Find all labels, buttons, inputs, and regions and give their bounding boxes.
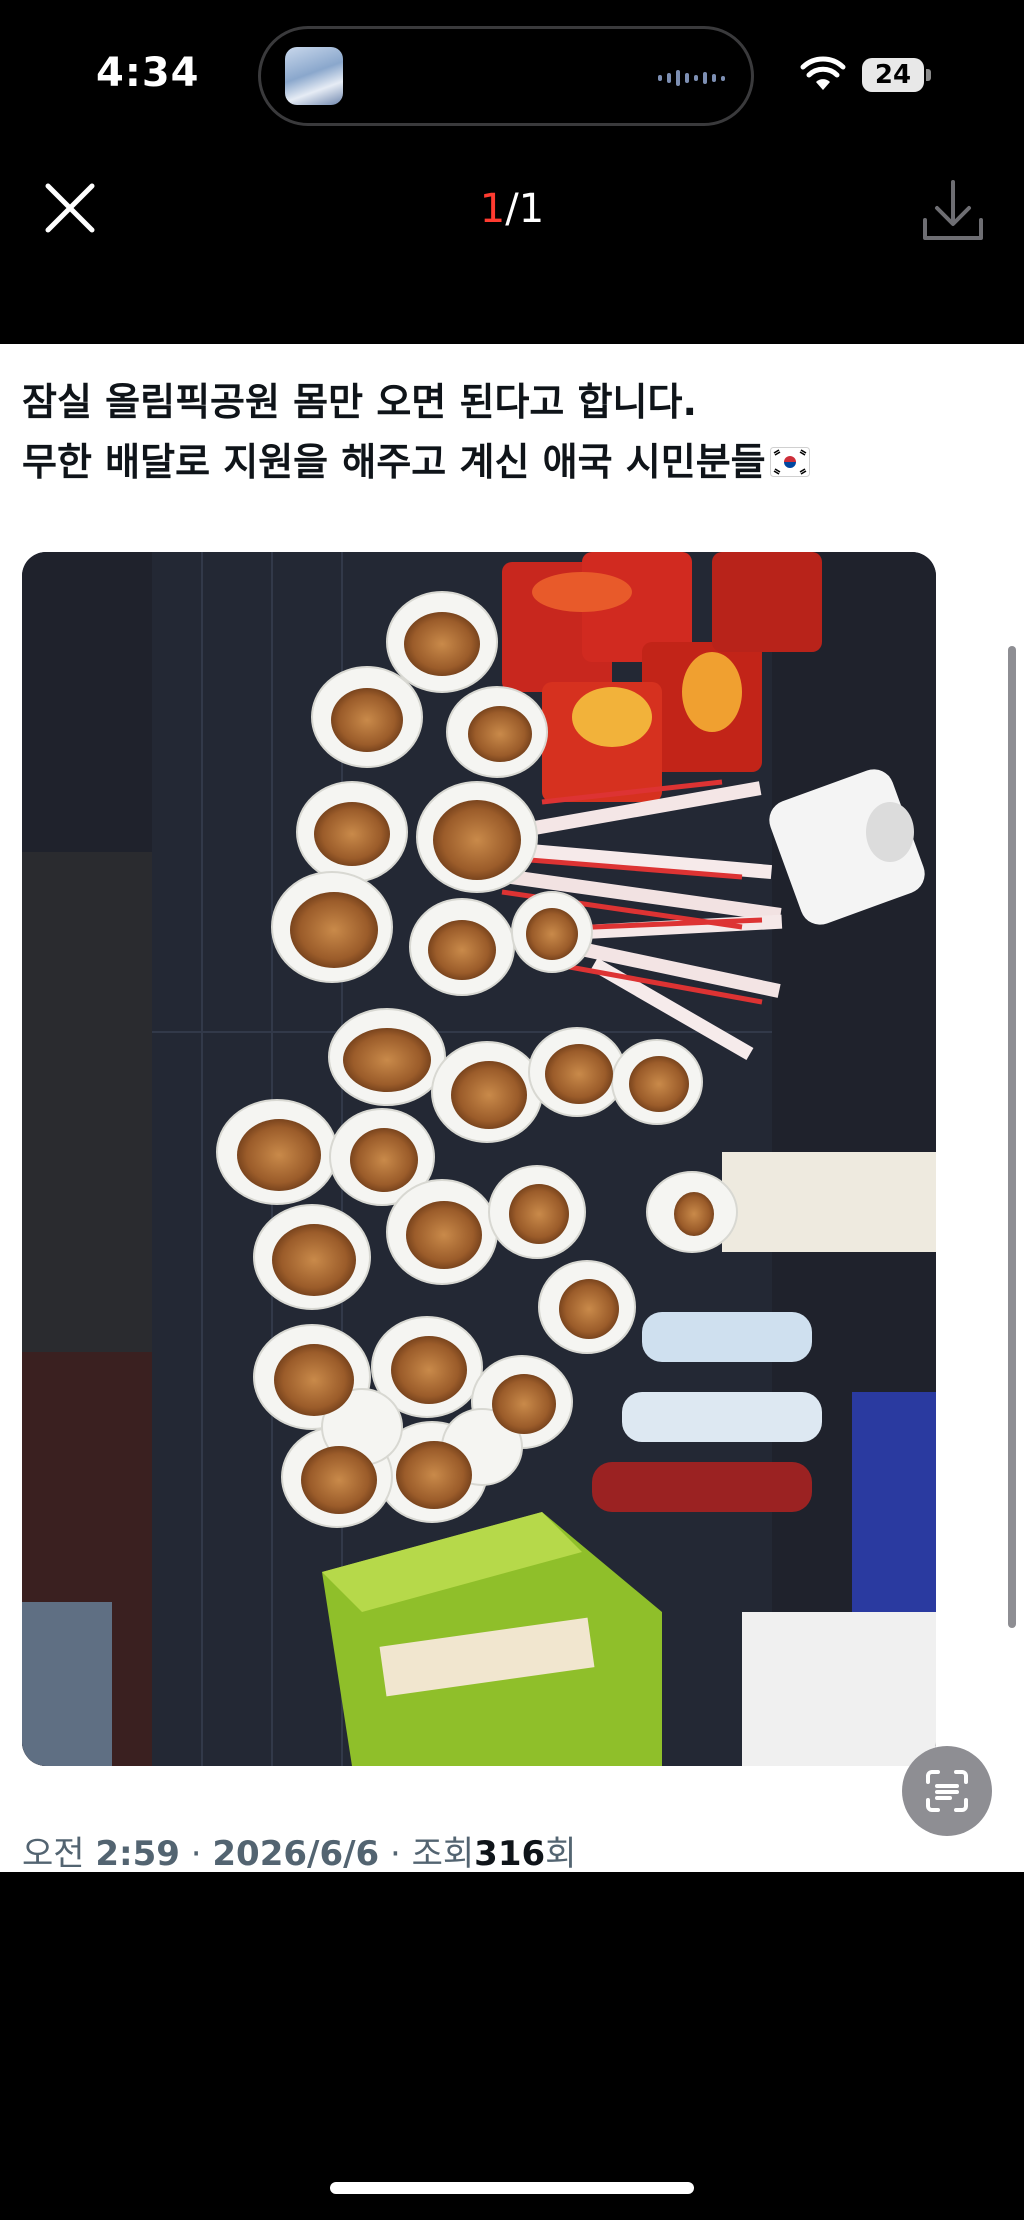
battery-icon xyxy=(926,69,931,81)
post-line-2-text: 무한 배달로 지원을 해주고 계신 애국 시민분들 xyxy=(22,440,766,484)
south-korea-flag-icon xyxy=(769,447,810,477)
post-metadata: 오전 2:59 · 2026/6/6 · 조회316회 xyxy=(22,1826,576,1872)
download-icon[interactable] xyxy=(920,176,986,246)
home-indicator[interactable] xyxy=(330,2182,694,2194)
meta-ampm: 오전 xyxy=(22,1834,85,1872)
battery-level: 24 xyxy=(862,58,924,92)
counter-current: 1 xyxy=(479,186,506,232)
meta-date: 2026/6/6 xyxy=(212,1834,380,1872)
wifi-icon xyxy=(800,56,846,90)
scroll-indicator[interactable] xyxy=(1008,646,1016,1628)
status-time: 4:34 xyxy=(96,50,200,96)
post-card: 잠실 올림픽공원 몸만 오면 된다고 합니다. 무한 배달로 지원을 해주고 계… xyxy=(0,344,1024,1872)
post-line-2: 무한 배달로 지원을 해주고 계신 애국 시민분들 xyxy=(22,432,982,492)
counter-total: /1 xyxy=(505,186,545,232)
meta-separator: · xyxy=(389,1834,401,1872)
meta-views-label: 조회 xyxy=(411,1834,475,1872)
meta-views-count: 316 xyxy=(474,1834,546,1872)
audio-waveform-icon xyxy=(658,69,725,87)
meta-time: 2:59 xyxy=(95,1834,180,1872)
meta-separator: · xyxy=(190,1834,202,1872)
post-body: 잠실 올림픽공원 몸만 오면 된다고 합니다. 무한 배달로 지원을 해주고 계… xyxy=(22,372,982,492)
now-playing-artwork xyxy=(285,47,343,105)
post-line-1: 잠실 올림픽공원 몸만 오면 된다고 합니다. xyxy=(22,380,697,424)
meta-views-unit: 회 xyxy=(545,1834,577,1872)
photo-image[interactable] xyxy=(22,552,936,1766)
scan-text-icon[interactable] xyxy=(902,1746,992,1836)
image-counter: 1/1 xyxy=(0,186,1024,232)
dynamic-island[interactable] xyxy=(258,26,754,126)
